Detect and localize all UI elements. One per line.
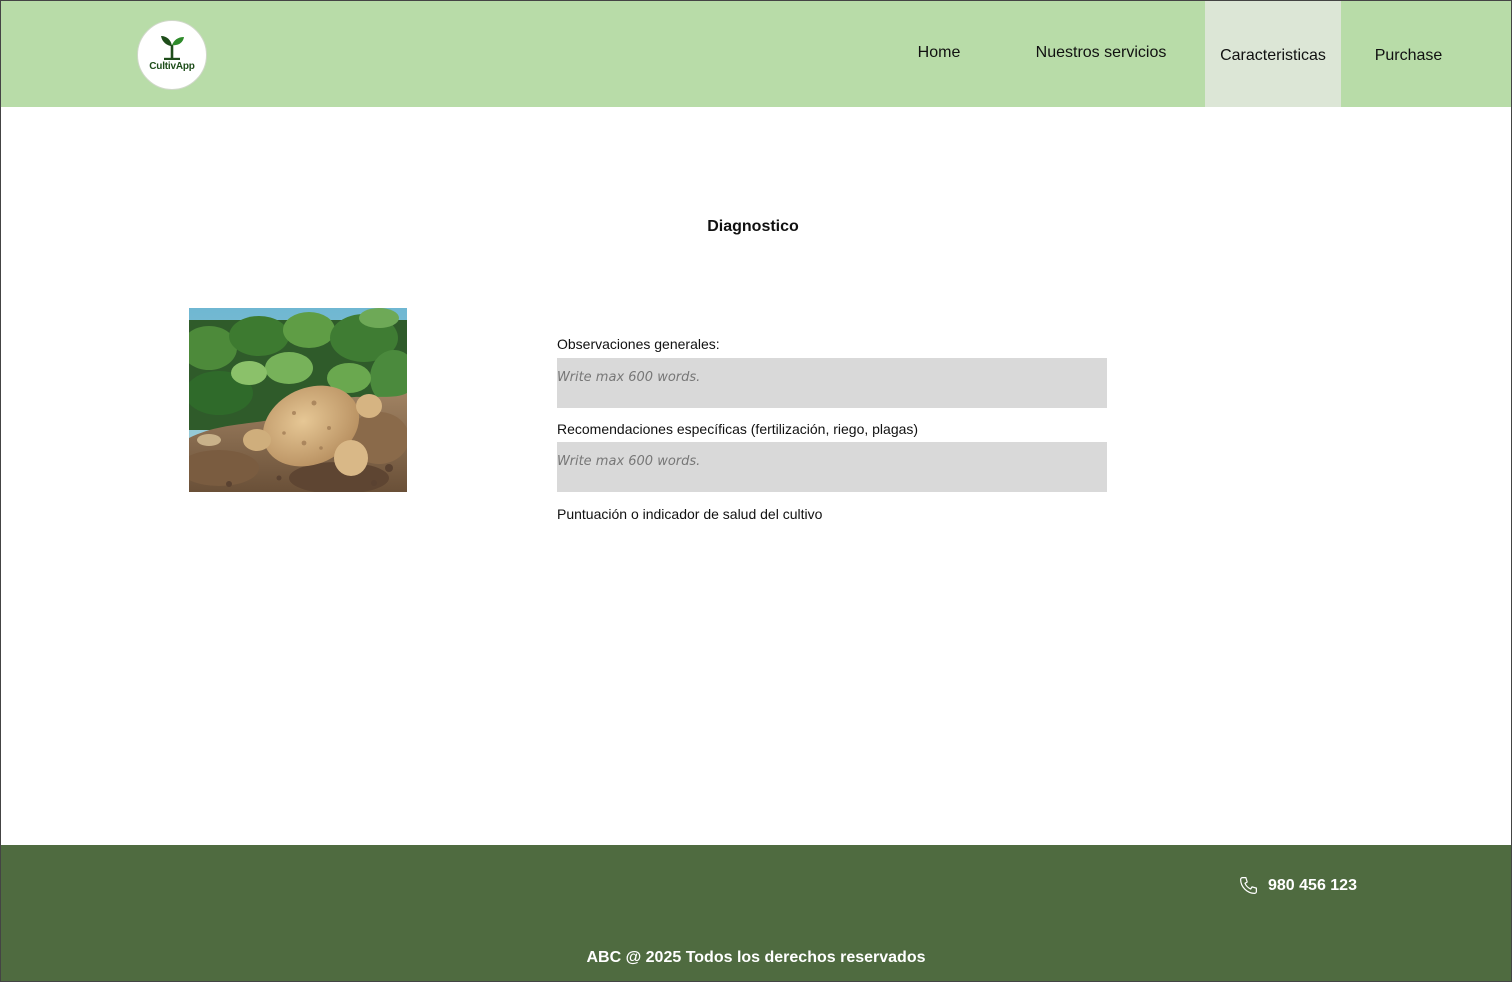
observations-textarea[interactable]: Write max 600 words. [557,358,1107,408]
cultivapp-logo[interactable]: CultivApp [137,20,207,90]
footer-phone[interactable]: 980 456 123 [1238,875,1357,896]
recommendations-label: Recomendaciones específicas (fertilizaci… [557,421,919,437]
phone-icon [1240,877,1257,894]
recommendations-textarea[interactable]: Write max 600 words. [557,442,1107,492]
page-title: Diagnostico [707,218,799,235]
nav-home[interactable]: Home [899,1,979,107]
observations-label: Observaciones generales: [557,336,720,352]
page: CultivApp Home Nuestros servicios Caract… [0,0,1512,982]
copyright-text: ABC @ 2025 Todos los derechos reservados [586,949,926,966]
sprout-icon [161,36,184,60]
phone-number: 980 456 123 [1268,876,1357,894]
potato-crop-illustration [189,308,407,492]
nav-services[interactable]: Nuestros servicios [1021,1,1181,107]
nav-features[interactable]: Caracteristicas [1205,1,1341,107]
top-navbar: CultivApp Home Nuestros servicios Caract… [1,1,1511,107]
potato-crop-image [189,308,407,492]
logo-text: CultivApp [149,61,195,72]
health-score-label: Puntuación o indicador de salud del cult… [557,506,823,522]
nav-purchase[interactable]: Purchase [1361,1,1456,107]
